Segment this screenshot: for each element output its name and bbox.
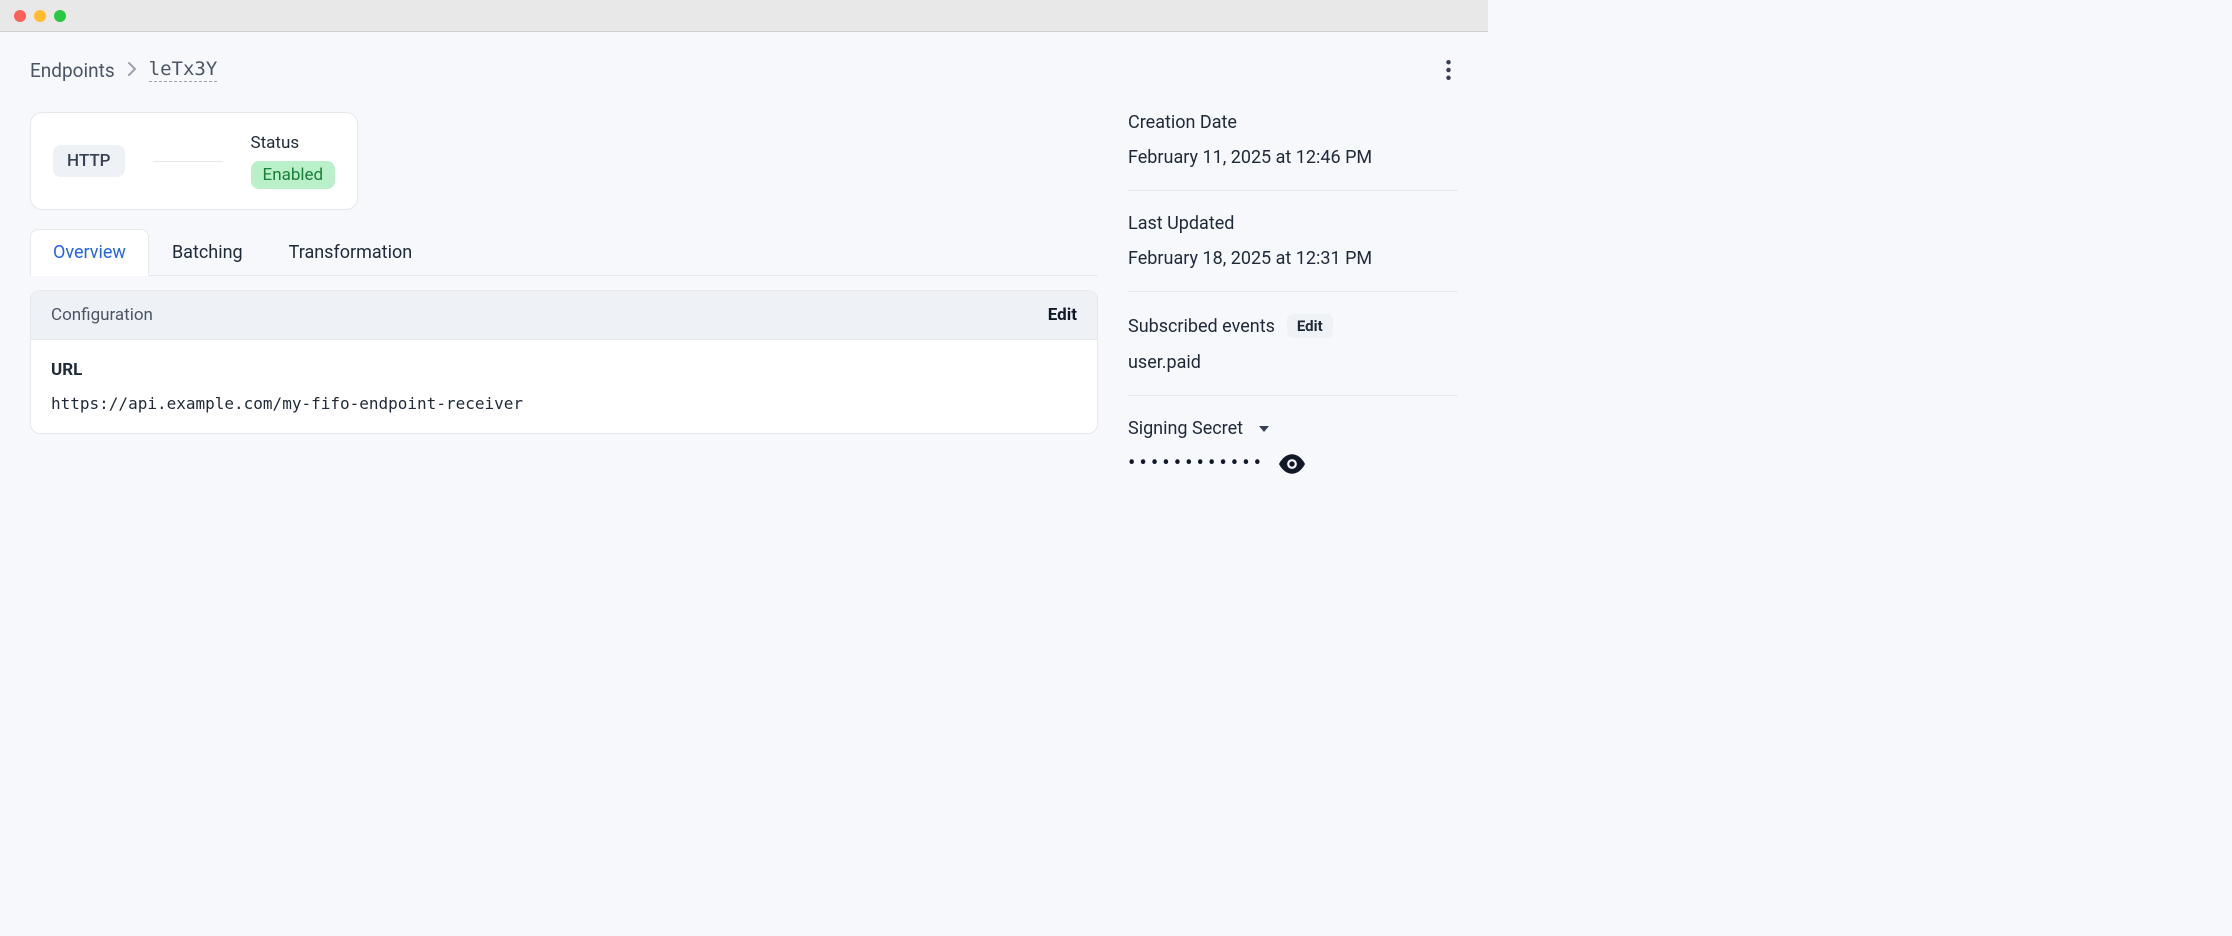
window-close-button[interactable]: [14, 10, 26, 22]
tab-batching[interactable]: Batching: [149, 229, 266, 276]
creation-date-label: Creation Date: [1128, 112, 1458, 133]
configuration-panel: Configuration Edit URL https://api.examp…: [30, 290, 1098, 434]
breadcrumb-current: leTx3Y: [149, 58, 218, 82]
status-card: HTTP Status Enabled: [30, 112, 358, 210]
tab-overview[interactable]: Overview: [30, 229, 149, 276]
subscribed-event-value: user.paid: [1128, 352, 1458, 373]
window-chrome: [0, 0, 1488, 32]
protocol-badge: HTTP: [53, 145, 125, 177]
eye-icon: [1279, 454, 1305, 474]
caret-down-icon[interactable]: [1259, 426, 1269, 432]
window-minimize-button[interactable]: [34, 10, 46, 22]
window-maximize-button[interactable]: [54, 10, 66, 22]
status-label: Status: [251, 133, 336, 153]
status-badge: Enabled: [251, 161, 336, 189]
edit-configuration-button[interactable]: Edit: [1048, 305, 1077, 325]
last-updated-value: February 18, 2025 at 12:31 PM: [1128, 248, 1458, 269]
last-updated-label: Last Updated: [1128, 213, 1458, 234]
configuration-title: Configuration: [51, 305, 153, 325]
tab-transformation[interactable]: Transformation: [266, 229, 436, 276]
divider: [153, 161, 223, 162]
signing-secret-label: Signing Secret: [1128, 418, 1243, 439]
signing-secret-masked: ••••••••••••: [1128, 453, 1265, 475]
creation-date-value: February 11, 2025 at 12:46 PM: [1128, 147, 1458, 168]
more-menu-button[interactable]: [1436, 58, 1460, 82]
edit-events-button[interactable]: Edit: [1287, 314, 1333, 338]
breadcrumb: Endpoints leTx3Y: [30, 58, 217, 82]
chevron-right-icon: [127, 61, 137, 80]
url-label: URL: [51, 360, 1077, 380]
reveal-secret-button[interactable]: [1279, 454, 1305, 474]
breadcrumb-root-link[interactable]: Endpoints: [30, 59, 115, 82]
url-value: https://api.example.com/my-fifo-endpoint…: [51, 394, 1077, 413]
subscribed-events-label: Subscribed events: [1128, 316, 1275, 337]
tabs: Overview Batching Transformation: [30, 228, 1098, 276]
more-vertical-icon: [1446, 60, 1451, 80]
